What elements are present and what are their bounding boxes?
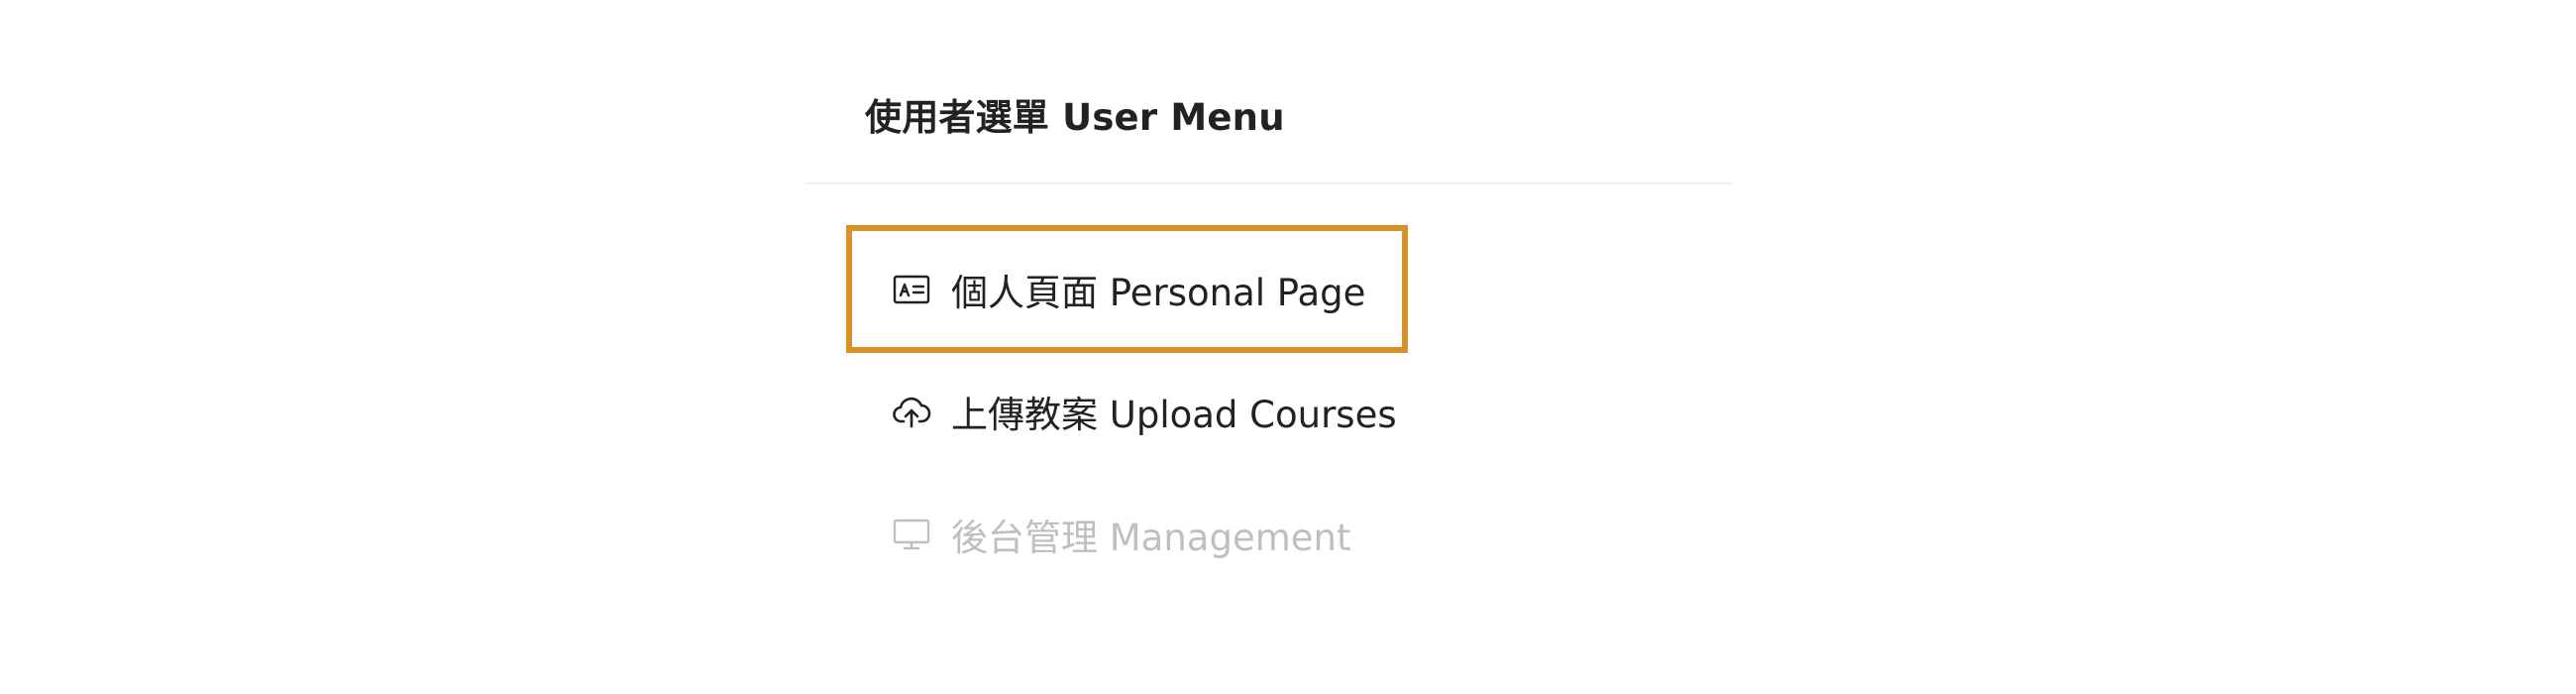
menu-item-upload-courses[interactable]: 上傳教案 Upload Courses [852, 353, 1402, 469]
desktop-icon [892, 515, 931, 554]
cloud-upload-icon [892, 392, 931, 431]
menu-item-label: 上傳教案 Upload Courses [951, 393, 1397, 436]
menu-title: 使用者選單 User Menu [865, 96, 1285, 139]
menu-item-management: 後台管理 Management [852, 476, 1402, 592]
menu-item-label: 後台管理 Management [951, 516, 1351, 559]
id-card-icon [892, 270, 931, 309]
menu-item-label: 個人頁面 Personal Page [951, 271, 1366, 314]
menu-divider [805, 182, 1732, 184]
menu-item-personal-page[interactable]: 個人頁面 Personal Page [846, 225, 1408, 353]
user-menu-panel: 使用者選單 User Menu 個人頁面 Personal Page 上傳教案 … [805, 0, 1732, 694]
